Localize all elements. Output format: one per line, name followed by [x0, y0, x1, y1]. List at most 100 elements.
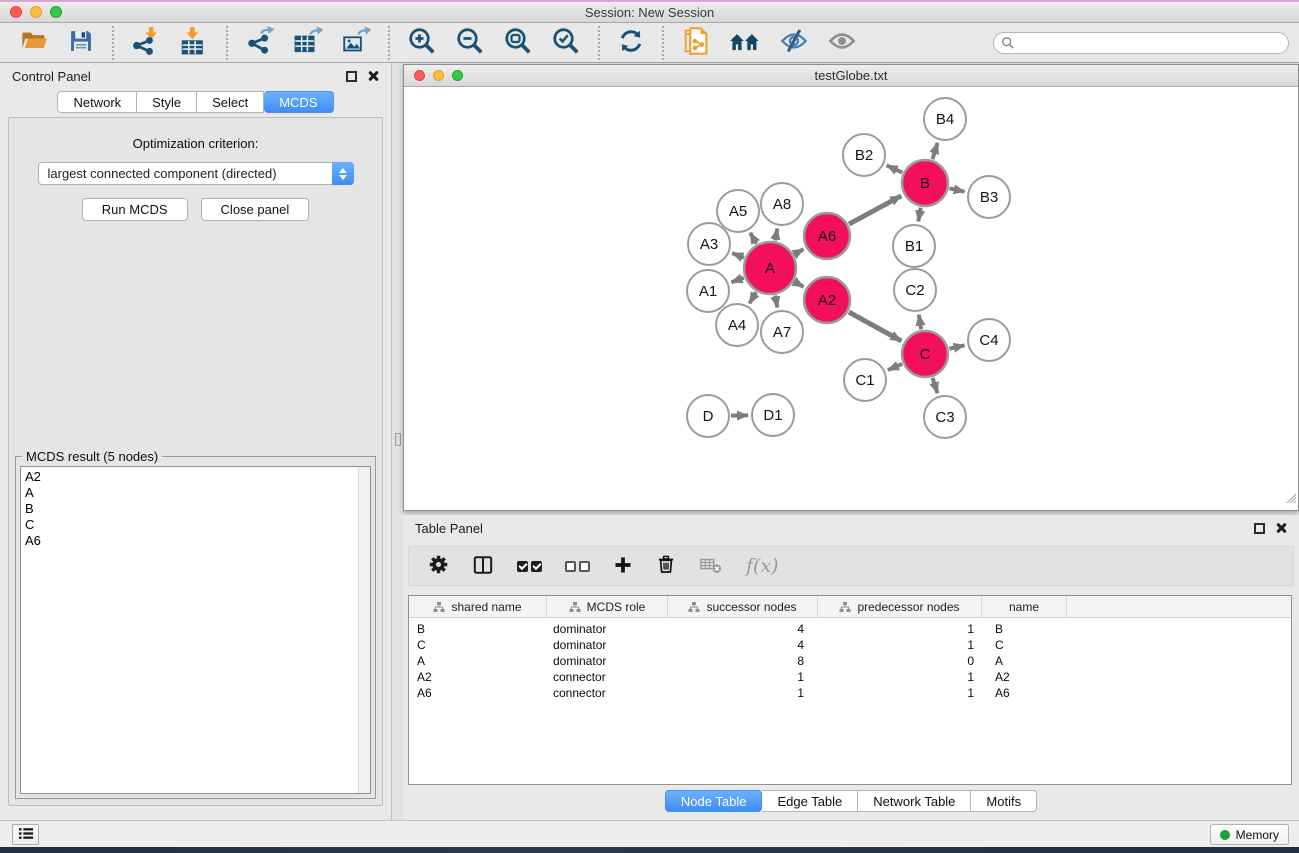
table-cell-empty — [1067, 685, 1291, 701]
edge-B-B3[interactable] — [949, 188, 964, 191]
refresh-icon — [617, 27, 645, 58]
result-list-scrollbar[interactable] — [358, 467, 370, 793]
mcds-result-list[interactable]: A2ABCA6 — [20, 466, 371, 794]
column-header-shared-name[interactable]: shared name — [409, 596, 547, 617]
close-table-panel-icon[interactable] — [1275, 522, 1287, 534]
zoom-out-button[interactable] — [453, 24, 487, 61]
task-history-button[interactable] — [12, 824, 39, 845]
tab-node-table[interactable]: Node Table — [665, 790, 763, 812]
import-table-button[interactable] — [177, 24, 211, 61]
edge-C-C4[interactable] — [949, 345, 964, 348]
unchecked-checkbox-icon — [579, 561, 590, 572]
delete-column-button[interactable] — [656, 554, 676, 578]
edge-B-B1[interactable] — [918, 208, 920, 222]
table-row[interactable]: Adominator80A — [409, 653, 1291, 669]
table-panel-title: Table Panel — [415, 521, 483, 536]
import-network-button[interactable] — [129, 24, 163, 61]
float-table-panel-icon[interactable] — [1254, 523, 1265, 534]
home-button[interactable] — [727, 25, 763, 60]
table-cell: dominator — [547, 621, 668, 637]
network-canvas[interactable]: B4B2BB3A8A5A6A3B1AA1C2A2A4A7C4CC1C3DD1 — [404, 87, 1298, 510]
close-panel-button[interactable]: Close panel — [201, 198, 310, 221]
edge-A-A4[interactable] — [750, 292, 756, 303]
resize-grip-icon[interactable] — [1284, 490, 1296, 508]
node-label-A7: A7 — [773, 324, 791, 341]
deselect-all-button[interactable] — [565, 561, 590, 572]
close-panel-icon[interactable] — [367, 70, 379, 82]
table-row[interactable]: A2connector11A2 — [409, 669, 1291, 685]
column-header-predecessor-nodes[interactable]: predecessor nodes — [818, 596, 982, 617]
mcds-result-item[interactable]: A6 — [25, 533, 358, 549]
export-network-button[interactable] — [243, 24, 277, 61]
edge-B-B2[interactable] — [887, 165, 903, 172]
search-input[interactable] — [993, 32, 1289, 54]
edge-A-A2[interactable] — [794, 282, 803, 287]
mcds-result-item[interactable]: A2 — [25, 469, 358, 485]
function-builder-button[interactable]: f(x) — [746, 555, 779, 577]
new-network-button[interactable] — [679, 24, 713, 61]
memory-button[interactable]: Memory — [1210, 824, 1289, 845]
open-session-button[interactable] — [17, 25, 51, 60]
edge-A-A6[interactable] — [794, 249, 803, 254]
mcds-result-item[interactable]: B — [25, 501, 358, 517]
node-label-C3: C3 — [935, 409, 954, 426]
toolbar-separator — [388, 26, 390, 60]
tab-motifs[interactable]: Motifs — [971, 790, 1037, 812]
control-panel-tabs: NetworkStyleSelectMCDS — [0, 91, 391, 113]
mcds-result-item[interactable]: C — [25, 517, 358, 533]
column-header-mcds-role[interactable]: MCDS role — [547, 596, 668, 617]
network-graph[interactable]: B4B2BB3A8A5A6A3B1AA1C2A2A4A7C4CC1C3DD1 — [404, 87, 1298, 510]
node-label-B1: B1 — [905, 238, 923, 255]
mcds-result-title: MCDS result (5 nodes) — [22, 449, 162, 464]
tab-network-table[interactable]: Network Table — [858, 790, 971, 812]
table-row[interactable]: Bdominator41B — [409, 621, 1291, 637]
edge-C-C2[interactable] — [919, 315, 921, 330]
edge-A-A5[interactable] — [750, 233, 756, 244]
tab-edge-table[interactable]: Edge Table — [762, 790, 858, 812]
zoom-selected-button[interactable] — [549, 24, 583, 61]
edge-B-B4[interactable] — [932, 143, 937, 159]
save-session-button[interactable] — [65, 25, 97, 60]
edge-A6-B[interactable] — [849, 196, 901, 224]
edge-C-C3[interactable] — [933, 378, 938, 393]
edge-A-A8[interactable] — [775, 229, 777, 241]
add-column-button[interactable] — [613, 555, 633, 578]
zoom-in-button[interactable] — [405, 24, 439, 61]
table-settings-button[interactable] — [428, 554, 449, 578]
table-cell: C — [409, 637, 547, 653]
edge-A2-C[interactable] — [849, 312, 901, 341]
table-row[interactable]: Cdominator41C — [409, 637, 1291, 653]
column-header-name[interactable]: name — [982, 596, 1067, 617]
edge-A-A3[interactable] — [732, 253, 744, 258]
table-cell: connector — [547, 669, 668, 685]
tab-style[interactable]: Style — [137, 91, 197, 113]
criterion-dropdown[interactable]: largest connected component (directed) — [38, 162, 354, 185]
export-image-button[interactable] — [339, 24, 373, 61]
select-all-button[interactable] — [517, 561, 542, 572]
table-row[interactable]: A6connector11A6 — [409, 685, 1291, 701]
zoom-fit-button[interactable] — [501, 24, 535, 61]
tab-mcds[interactable]: MCDS — [264, 91, 333, 113]
tab-select[interactable]: Select — [197, 91, 264, 113]
run-mcds-button[interactable]: Run MCDS — [82, 198, 188, 221]
edge-A-A7[interactable] — [775, 296, 777, 308]
edge-A-A1[interactable] — [731, 278, 743, 283]
mcds-result-item[interactable]: A — [25, 485, 358, 501]
node-label-A6: A6 — [818, 228, 836, 245]
edge-C-C1[interactable] — [888, 364, 902, 370]
table-cell: 1 — [818, 685, 982, 701]
main-toolbar — [0, 23, 1299, 63]
hide-selected-button[interactable] — [777, 25, 811, 60]
zoom-fit-icon — [503, 26, 533, 59]
show-all-button[interactable] — [825, 25, 859, 60]
eye-slash-icon — [779, 27, 809, 58]
column-header-successor-nodes[interactable]: successor nodes — [668, 596, 818, 617]
export-table-button[interactable] — [291, 24, 325, 61]
refresh-layout-button[interactable] — [615, 25, 647, 60]
tab-network[interactable]: Network — [57, 91, 137, 113]
delete-table-button[interactable] — [699, 555, 723, 578]
show-columns-button[interactable] — [472, 555, 494, 578]
export-table-icon — [293, 26, 323, 59]
float-panel-icon[interactable] — [346, 71, 357, 82]
splitter-handle[interactable] — [395, 433, 401, 446]
